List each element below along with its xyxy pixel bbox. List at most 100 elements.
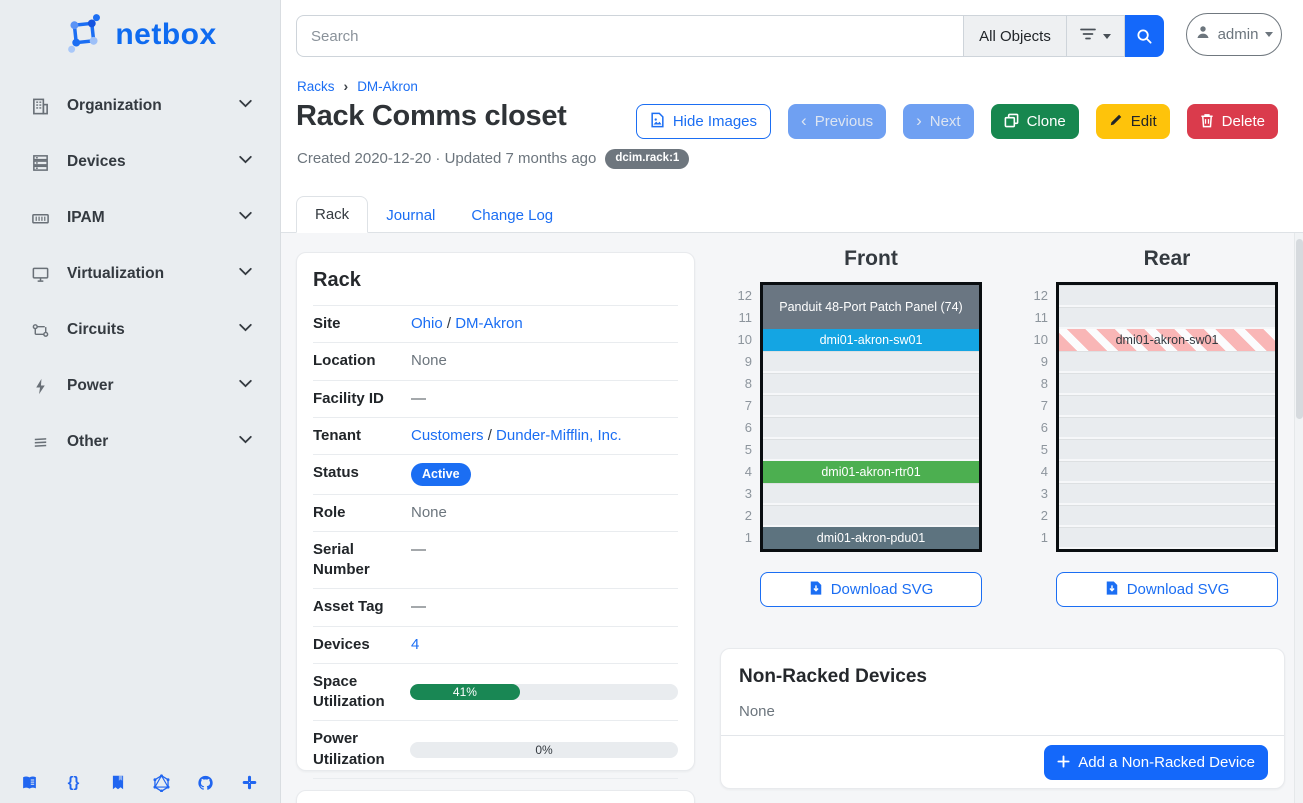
community-icon[interactable]: [241, 774, 258, 791]
image-file-icon: [650, 112, 665, 131]
rack-unit-empty[interactable]: [1059, 285, 1275, 307]
sidebar-item-circuits[interactable]: Circuits: [0, 302, 280, 358]
role-value: None: [410, 503, 447, 523]
sidebar-item-other[interactable]: Other: [0, 414, 280, 470]
rack-device[interactable]: dmi01-akron-sw01: [1059, 329, 1275, 351]
netbox-logo[interactable]: netbox: [0, 12, 280, 58]
non-racked-footer: Add a Non-Racked Device: [721, 735, 1284, 789]
rack-unit-empty[interactable]: [1059, 373, 1275, 395]
graphql-icon[interactable]: [153, 774, 170, 791]
tabs: Rack Journal Change Log: [296, 196, 571, 233]
rear-download-svg-button[interactable]: Download SVG: [1056, 572, 1278, 607]
row-label: Power Utilization: [313, 729, 410, 770]
sidebar-item-power[interactable]: Power: [0, 358, 280, 414]
scrollbar-thumb[interactable]: [1296, 239, 1303, 419]
search-submit-button[interactable]: [1125, 15, 1164, 57]
delete-button[interactable]: Delete: [1187, 104, 1278, 139]
rack-device[interactable]: dmi01-akron-rtr01: [763, 461, 979, 483]
tab-change-log[interactable]: Change Log: [453, 198, 571, 233]
sidebar-item-virtualization[interactable]: Virtualization: [0, 246, 280, 302]
row-facility-id: Facility ID —: [313, 380, 678, 417]
unit-number: 6: [732, 417, 752, 439]
user-menu-button[interactable]: admin: [1186, 13, 1282, 56]
action-buttons: Hide Images ‹ Previous › Next Clone Edit…: [636, 104, 1278, 139]
tenant-group-link[interactable]: Customers: [411, 427, 484, 444]
next-button[interactable]: › Next: [903, 104, 974, 139]
rack-unit-empty[interactable]: [763, 439, 979, 461]
sidebar: netbox Organization Devices: [0, 0, 281, 803]
edit-label: Edit: [1131, 114, 1157, 129]
tab-journal[interactable]: Journal: [368, 198, 453, 233]
previous-button[interactable]: ‹ Previous: [788, 104, 886, 139]
scrollbar[interactable]: [1294, 233, 1303, 803]
unit-number: 10: [732, 329, 752, 351]
docs-book-icon[interactable]: [21, 774, 38, 791]
site-region-link[interactable]: Ohio: [411, 315, 443, 332]
rack-device[interactable]: dmi01-akron-sw01: [763, 329, 979, 351]
delete-label: Delete: [1222, 114, 1265, 129]
rack-unit-empty[interactable]: [1059, 395, 1275, 417]
rack-unit-empty[interactable]: [1059, 307, 1275, 329]
tenant-link[interactable]: Dunder-Mifflin, Inc.: [496, 427, 622, 444]
breadcrumb-link-site[interactable]: DM-Akron: [357, 79, 418, 94]
rack-device[interactable]: Panduit 48-Port Patch Panel (74): [763, 285, 979, 329]
front-elevation-title: Front: [760, 247, 982, 271]
rack-unit-empty[interactable]: [763, 373, 979, 395]
plus-icon: [1057, 755, 1070, 771]
unit-number: 8: [1028, 373, 1048, 395]
release-notes-icon[interactable]: [109, 774, 126, 791]
serial-value: —: [410, 540, 426, 560]
power-utilization-value: 0%: [410, 742, 678, 758]
non-racked-body: None: [721, 688, 1284, 735]
edit-button[interactable]: Edit: [1096, 104, 1170, 139]
tab-rack[interactable]: Rack: [296, 196, 368, 233]
rack-unit-empty[interactable]: [763, 505, 979, 527]
api-braces-icon[interactable]: {}: [65, 774, 82, 791]
search-filter-button[interactable]: [1066, 15, 1125, 57]
rack-unit-empty[interactable]: [763, 351, 979, 373]
rack-unit-empty[interactable]: [1059, 505, 1275, 527]
global-search: All Objects: [296, 15, 1164, 57]
clone-button[interactable]: Clone: [991, 104, 1079, 139]
rack-unit-empty[interactable]: [1059, 417, 1275, 439]
breadcrumb-link-racks[interactable]: Racks: [297, 79, 335, 94]
rack-unit-empty[interactable]: [1059, 439, 1275, 461]
netbox-logo-text: netbox: [115, 18, 216, 52]
sidebar-item-label: Other: [67, 433, 108, 451]
sidebar-item-devices[interactable]: Devices: [0, 134, 280, 190]
caret-down-icon: [1103, 34, 1111, 39]
site-link[interactable]: DM-Akron: [455, 315, 523, 332]
row-label: Location: [313, 351, 410, 371]
hide-images-button[interactable]: Hide Images: [636, 104, 771, 139]
counter-icon: [30, 208, 50, 228]
rack-unit-empty[interactable]: [763, 417, 979, 439]
row-label: Space Utilization: [313, 672, 410, 713]
clone-label: Clone: [1027, 114, 1066, 129]
next-card-edge: [296, 790, 695, 803]
search-input[interactable]: [296, 15, 963, 57]
rack-unit-empty[interactable]: [763, 395, 979, 417]
rack-unit-empty[interactable]: [1059, 483, 1275, 505]
search-scope-button[interactable]: All Objects: [963, 15, 1066, 57]
front-download-svg-button[interactable]: Download SVG: [760, 572, 982, 607]
rack-unit-empty[interactable]: [1059, 351, 1275, 373]
chevron-down-icon: [237, 207, 254, 229]
devices-count-link[interactable]: 4: [411, 636, 419, 653]
lightning-icon: [30, 376, 50, 396]
row-site: Site Ohio / DM-Akron: [313, 305, 678, 342]
rack-unit-empty[interactable]: [1059, 461, 1275, 483]
rear-rack-diagram: dmi01-akron-sw01: [1056, 282, 1278, 552]
unit-numbers: 121110987654321: [1028, 282, 1048, 552]
rack-unit-empty[interactable]: [1059, 527, 1275, 549]
unit-number: 11: [732, 307, 752, 329]
sidebar-item-ipam[interactable]: IPAM: [0, 190, 280, 246]
rack-device[interactable]: dmi01-akron-pdu01: [763, 527, 979, 549]
row-label: Role: [313, 503, 410, 523]
github-icon[interactable]: [197, 774, 214, 791]
next-label: Next: [930, 114, 961, 129]
sidebar-item-organization[interactable]: Organization: [0, 78, 280, 134]
row-status: Status Active: [313, 454, 678, 494]
add-non-racked-device-button[interactable]: Add a Non-Racked Device: [1044, 745, 1268, 780]
space-utilization-bar: 41%: [410, 684, 678, 700]
rack-unit-empty[interactable]: [763, 483, 979, 505]
